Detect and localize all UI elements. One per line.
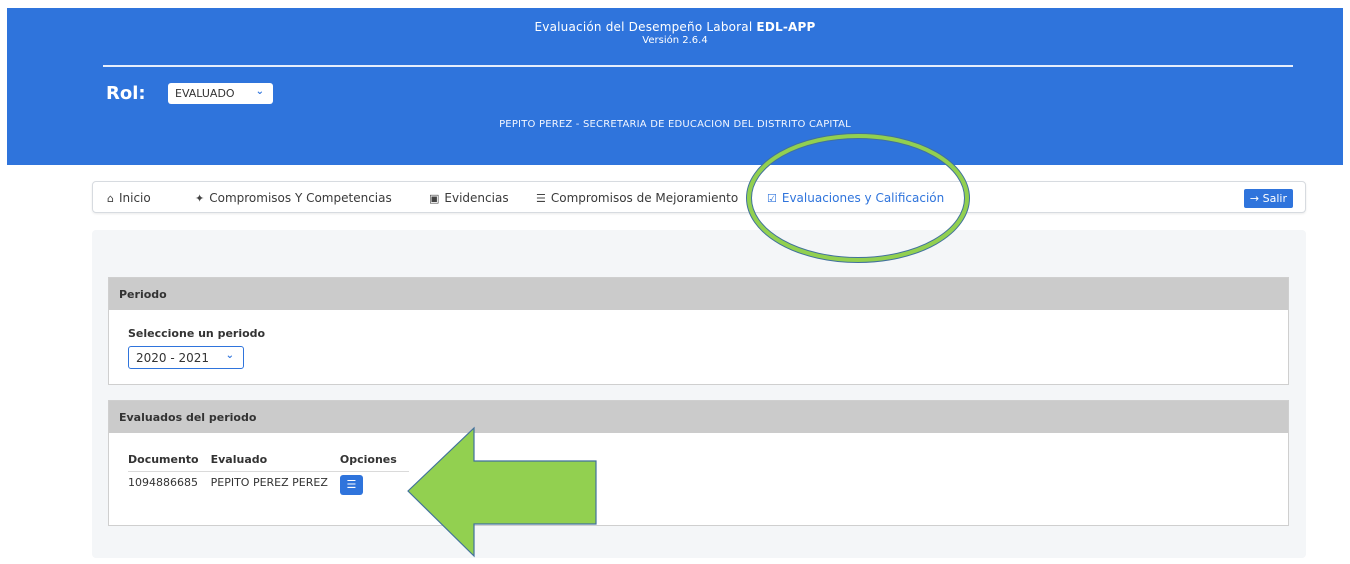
nav-item-inicio[interactable]: ⌂ Inicio <box>107 191 151 205</box>
main-nav: ⌂ Inicio ✦ Compromisos Y Competencias ▣ Evi… <box>92 181 1306 213</box>
periodo-heading: Periodo <box>109 278 1288 310</box>
logout-label: Salir <box>1262 192 1287 205</box>
evaluados-panel: Evaluados del periodo Documento Evaluado… <box>108 400 1289 526</box>
list-icon: ☰ <box>346 478 357 491</box>
chevron-down-icon: ⌄ <box>255 86 264 97</box>
logout-button[interactable]: → Salir <box>1243 189 1293 208</box>
header-divider <box>103 65 1293 67</box>
column-header: Documento <box>128 453 211 472</box>
page: Evaluación del Desempeño Laboral EDL-APP… <box>0 0 1350 564</box>
periodo-select-label: Seleccione un periodo <box>128 327 266 340</box>
opciones-cell: ☰ <box>339 472 409 495</box>
nav-item-label: Compromisos Y Competencias <box>209 191 392 205</box>
content-area: Periodo Seleccione un periodo 2020 - 202… <box>92 230 1306 558</box>
periodo-select[interactable]: 2020 - 2021 ⌄ <box>128 346 244 369</box>
nav-item-label: Inicio <box>118 191 151 205</box>
list-icon: ☰ <box>536 192 546 205</box>
chevron-down-icon: ⌄ <box>225 350 234 361</box>
home-icon: ⌂ <box>107 192 114 205</box>
app-title: Evaluación del Desempeño Laboral EDL-APP <box>7 20 1343 34</box>
nav-item-compromisos-competencias[interactable]: ✦ Compromisos Y Competencias <box>195 191 392 205</box>
app-name: EDL-APP <box>756 20 816 34</box>
evaluado-cell: PEPITO PEREZ PEREZ <box>210 476 328 489</box>
app-version: Versión 2.6.4 <box>642 35 708 46</box>
nav-item-evaluaciones-calificacion[interactable]: ☑ Evaluaciones y Calificación <box>767 191 944 205</box>
user-info: PEPITO PEREZ - SECRETARIA DE EDUCACION D… <box>499 119 851 130</box>
save-icon: ▣ <box>429 192 440 205</box>
options-list-button[interactable]: ☰ <box>339 475 363 495</box>
periodo-select-value: 2020 - 2021 <box>136 351 210 365</box>
nav-item-label: Evaluaciones y Calificación <box>781 191 945 205</box>
role-label: Rol: <box>106 83 146 104</box>
nav-item-compromisos-mejoramiento[interactable]: ☰ Compromisos de Mejoramiento <box>536 191 738 205</box>
table-header-row: Documento Evaluado Opciones <box>128 453 409 472</box>
app-title-text: Evaluación del Desempeño Laboral <box>534 20 753 34</box>
role-select-value: EVALUADO <box>175 87 235 100</box>
periodo-panel: Periodo Seleccione un periodo 2020 - 202… <box>108 277 1289 385</box>
role-select[interactable]: EVALUADO ⌄ <box>168 83 273 104</box>
sign-out-icon: → <box>1249 192 1260 205</box>
nav-item-label: Compromisos de Mejoramiento <box>550 191 739 205</box>
column-header: Evaluado <box>210 453 340 472</box>
evaluados-table: Documento Evaluado Opciones 1094886685 P… <box>128 453 409 495</box>
nav-item-label: Evidencias <box>444 191 509 205</box>
app-header: Evaluación del Desempeño Laboral EDL-APP… <box>7 8 1343 165</box>
clipboard-check-icon: ☑ <box>767 192 777 205</box>
column-header: Opciones <box>339 453 409 472</box>
table-row: 1094886685 PEPITO PEREZ PEREZ ☰ <box>128 472 409 495</box>
handshake-icon: ✦ <box>195 192 205 205</box>
documento-cell: 1094886685 <box>128 476 198 489</box>
nav-item-evidencias[interactable]: ▣ Evidencias <box>429 191 509 205</box>
evaluados-heading: Evaluados del periodo <box>109 401 1288 433</box>
